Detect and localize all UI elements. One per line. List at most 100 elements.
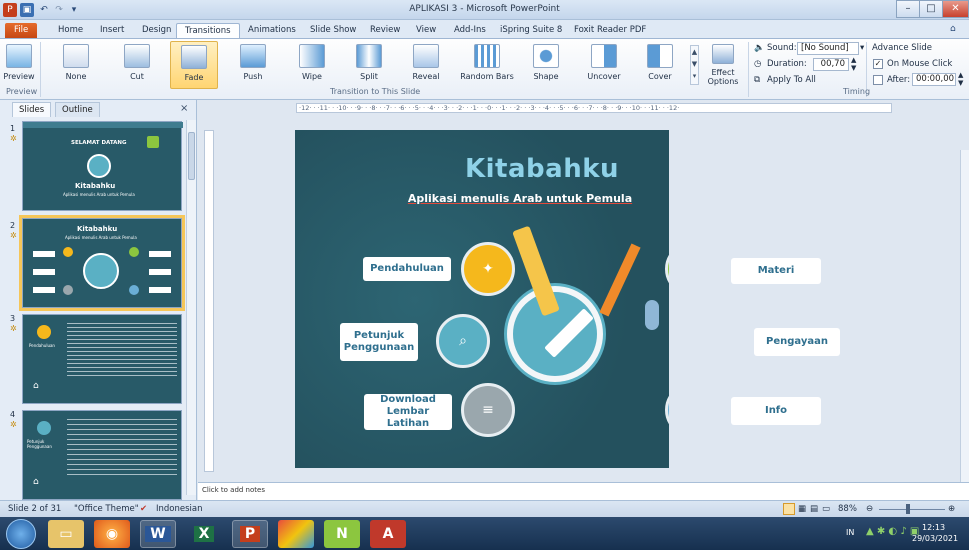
shape-transition-icon (533, 44, 559, 68)
tab-ispring[interactable]: iSpring Suite 8 (492, 23, 570, 39)
app-icon[interactable]: N (324, 520, 360, 548)
zoom-level[interactable]: 88% (838, 501, 857, 517)
none-transition-icon (63, 44, 89, 68)
tab-add-ins[interactable]: Add-Ins (446, 23, 494, 39)
download-lembar-latihan-button[interactable]: Download Lembar Latihan (364, 394, 452, 430)
media-app-icon[interactable] (278, 520, 314, 548)
slideshow-icon[interactable]: ▭ (822, 501, 830, 517)
tab-file[interactable]: File (5, 23, 38, 39)
acrobat-icon[interactable]: A (370, 520, 406, 548)
petunjuk-penggunaan-button[interactable]: Petunjuk Penggunaan (340, 323, 418, 361)
language[interactable]: Indonesian (156, 501, 203, 517)
scrollbar-thumb[interactable] (188, 132, 195, 180)
on-mouse-click-checkbox[interactable]: ✓ (873, 59, 883, 69)
tab-slides[interactable]: Slides (12, 102, 52, 117)
duration-input[interactable]: 00,70 (813, 58, 849, 71)
after-label: After: (887, 75, 911, 85)
tab-view[interactable]: View (408, 23, 444, 39)
transition-label: Random Bars (460, 72, 514, 81)
transition-split[interactable]: Split (345, 41, 393, 89)
slide-thumbnail-4[interactable]: Petunjuk Penggunaan ⌂ (22, 410, 182, 500)
layers-icon[interactable]: ≡ (461, 383, 515, 437)
transition-star-icon: ✲ (10, 420, 17, 429)
transition-cut[interactable]: Cut (113, 41, 161, 89)
transition-push[interactable]: Push (229, 41, 277, 89)
thumbnails-scrollbar[interactable] (186, 120, 196, 495)
slide-thumbnail-2[interactable]: Kitabahku Aplikasi menulis Arab untuk Pe… (19, 215, 185, 311)
effect-options-label: Effect Options (707, 68, 739, 86)
thumb-title: Kitabahku (77, 225, 118, 233)
transition-label: Wipe (302, 72, 322, 81)
zoom-slider-thumb[interactable] (906, 504, 910, 514)
sound-dropdown[interactable]: [No Sound] (797, 42, 859, 55)
close-button[interactable]: ✕ (942, 0, 969, 18)
magnifier-icon[interactable]: ⌕ (436, 314, 490, 368)
thumb-button (149, 251, 171, 257)
after-checkbox[interactable] (873, 75, 883, 85)
materi-button[interactable]: Materi (731, 258, 821, 284)
transition-fade[interactable]: Fade (170, 41, 218, 89)
spellcheck-icon[interactable]: ✔ (140, 501, 147, 517)
word-icon[interactable]: W (140, 520, 176, 548)
transition-reveal[interactable]: Reveal (402, 41, 450, 89)
tab-review[interactable]: Review (362, 23, 408, 39)
tab-animations[interactable]: Animations (240, 23, 304, 39)
language-indicator[interactable]: IN (846, 528, 854, 537)
tab-transitions[interactable]: Transitions (176, 23, 240, 39)
slide-sorter-icon[interactable]: ▦ (798, 501, 806, 517)
clock-time[interactable]: 12:13 (922, 523, 945, 532)
transition-shape[interactable]: Shape (522, 41, 570, 89)
powerpoint-taskbar-icon[interactable]: P (232, 520, 268, 548)
duration-spinner[interactable]: ▲ ▼ (851, 56, 856, 72)
home-icon: ⌂ (33, 381, 39, 391)
after-spinner[interactable]: ▲ ▼ (958, 71, 963, 87)
tab-insert[interactable]: Insert (92, 23, 132, 39)
start-button[interactable] (6, 519, 36, 549)
close-pane-icon[interactable]: × (180, 103, 188, 114)
tab-home[interactable]: Home (50, 23, 91, 39)
transition-wipe[interactable]: Wipe (288, 41, 336, 89)
tab-outline[interactable]: Outline (55, 102, 100, 117)
reading-view-icon[interactable]: ▤ (810, 501, 818, 517)
lightbulb-icon[interactable]: ✦ (461, 242, 515, 296)
thumb-circle (37, 421, 51, 435)
minimize-button[interactable]: – (896, 0, 920, 18)
pendahuluan-button[interactable]: Pendahuluan (363, 257, 451, 281)
duration-label: Duration: (767, 59, 807, 69)
info-button[interactable]: Info (731, 397, 821, 425)
home-icon: ⌂ (33, 477, 39, 487)
slide-thumbnail-1[interactable]: SELAMAT DATANG Kitabahku Aplikasi menuli… (22, 121, 183, 211)
chevron-down-icon[interactable]: ▾ (860, 43, 864, 53)
tab-foxit[interactable]: Foxit Reader PDF (566, 23, 654, 39)
zoom-in-icon[interactable]: ⊕ (948, 501, 955, 517)
file-explorer-icon[interactable]: ▭ (48, 520, 84, 548)
tab-design[interactable]: Design (134, 23, 179, 39)
theme-name[interactable]: "Office Theme" (74, 501, 139, 517)
normal-view-icon[interactable] (783, 503, 795, 515)
transition-cover[interactable]: Cover (636, 41, 684, 89)
notes-field[interactable]: Click to add notes (198, 482, 969, 500)
apply-to-all-button[interactable]: Apply To All (767, 75, 816, 85)
zoom-slider[interactable] (879, 509, 945, 510)
clock-date[interactable]: 29/03/2021 (912, 534, 958, 543)
tab-slide-show[interactable]: Slide Show (302, 23, 364, 39)
editor-scrollbar[interactable] (960, 150, 969, 482)
pengayaan-button[interactable]: Pengayaan (754, 328, 840, 356)
after-time-input[interactable]: 00:00,00 (912, 73, 956, 86)
gallery-scroll[interactable]: ▲ ▼ ▾ (690, 45, 699, 85)
transition-none[interactable]: None (52, 41, 100, 89)
transition-random-bars[interactable]: Random Bars (458, 41, 516, 89)
help-icon[interactable]: ⌂ (950, 24, 956, 34)
slide-thumbnail-3[interactable]: Pendahuluan ⌂ (22, 314, 182, 404)
firefox-icon[interactable]: ◉ (94, 520, 130, 548)
zoom-out-icon[interactable]: ⊖ (866, 501, 873, 517)
preview-button[interactable]: Preview (0, 41, 38, 89)
thumb-text-block (67, 323, 177, 379)
timing-group-label: Timing (843, 87, 871, 96)
horizontal-ruler: ·12· · ·11· · ·10· · ·9· · ·8· · ·7· · ·… (296, 103, 892, 113)
effect-options-button[interactable]: Effect Options (700, 41, 746, 89)
excel-icon[interactable]: X (186, 520, 222, 548)
transition-uncover[interactable]: Uncover (580, 41, 628, 89)
current-slide[interactable]: Kitabahku Aplikasi menulis Arab untuk Pe… (295, 130, 669, 468)
restore-button[interactable]: □ (919, 0, 943, 18)
